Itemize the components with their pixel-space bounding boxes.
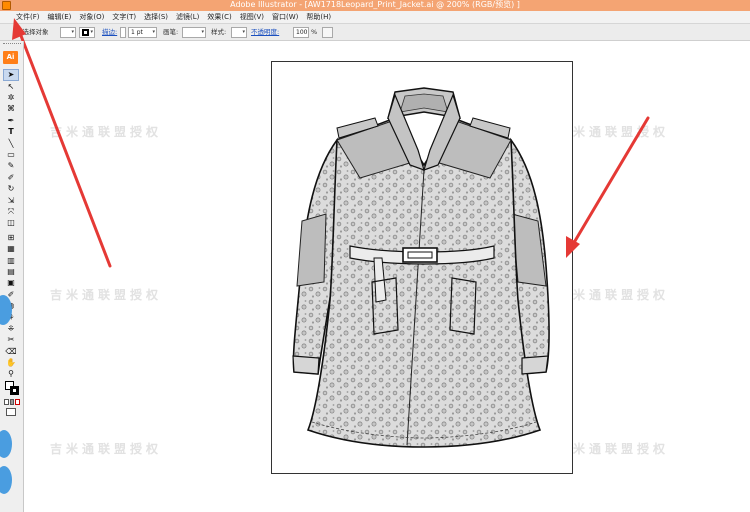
brush-label: 画笔: xyxy=(163,28,179,36)
ai-logo: Ai xyxy=(3,51,18,64)
style-label: 样式: xyxy=(211,28,227,36)
graphic-style-select[interactable]: ▾ xyxy=(231,27,247,38)
watermark-text: 吉米通联盟授权 xyxy=(50,442,163,456)
opacity-input[interactable]: 100 xyxy=(293,27,309,38)
type-tool-icon[interactable]: T xyxy=(4,127,18,137)
chevron-down-icon: ▾ xyxy=(201,29,204,35)
menu-effect[interactable]: 效果(C) xyxy=(203,11,235,24)
selection-status: 未选择对象 xyxy=(16,28,49,36)
menu-object[interactable]: 对象(O) xyxy=(75,11,108,24)
free-transform-tool-icon[interactable]: ◫ xyxy=(4,218,18,228)
menu-type[interactable]: 文字(T) xyxy=(108,11,140,24)
control-bar: 未选择对象 ▾ ▾ 描边: 1 pt ▾ 画笔: ▾ 样式: ▾ 不透明度: 1… xyxy=(0,24,750,41)
watermark-text: 吉米通联盟授权 xyxy=(557,442,670,456)
opacity-unit: % xyxy=(311,28,318,36)
fill-color-swatch[interactable]: ▾ xyxy=(60,27,76,38)
chevron-down-icon: ▾ xyxy=(71,29,74,35)
menu-filter[interactable]: 滤镜(L) xyxy=(172,11,203,24)
lasso-tool-icon[interactable]: ⌘ xyxy=(4,104,18,114)
watermark-text: 吉米通联盟授权 xyxy=(50,288,163,302)
screen-mode-button[interactable] xyxy=(6,408,16,416)
pen-tool-icon[interactable]: ✒ xyxy=(4,116,18,126)
title-bar: Adobe Illustrator - [AW1718Leopard_Print… xyxy=(0,0,750,11)
menu-view[interactable]: 视图(V) xyxy=(236,11,268,24)
mesh-tool-icon[interactable]: ▥ xyxy=(4,256,18,266)
color-mode-buttons[interactable] xyxy=(4,399,21,405)
scale-tool-icon[interactable]: ⇲ xyxy=(4,196,18,206)
stroke-weight-select[interactable]: 1 pt ▾ xyxy=(128,27,157,38)
watermark-text: 吉米通联盟授权 xyxy=(50,125,163,139)
chevron-down-icon: ▾ xyxy=(242,29,245,35)
direct-selection-tool-icon[interactable]: ↖ xyxy=(4,82,18,92)
magic-wand-tool-icon[interactable]: ✲ xyxy=(4,93,18,103)
gradient-tool-icon[interactable]: ▤ xyxy=(4,267,18,277)
slice-tool-icon[interactable]: ⁜ xyxy=(4,324,18,334)
menu-file[interactable]: 文件(F) xyxy=(14,11,44,24)
artboard[interactable] xyxy=(271,61,573,474)
menu-edit[interactable]: 编辑(E) xyxy=(44,11,76,24)
none-mode-icon[interactable] xyxy=(15,399,21,405)
panel-grip[interactable] xyxy=(3,43,21,47)
paintbrush-tool-icon[interactable]: ✎ xyxy=(4,161,18,171)
stroke-color-swatch[interactable]: ▾ xyxy=(79,27,95,38)
warp-tool-icon[interactable]: ⤧ xyxy=(4,207,18,217)
line-tool-icon[interactable]: ╲ xyxy=(4,139,18,149)
zoom-tool-icon[interactable]: ⚲ xyxy=(4,369,18,379)
chevron-down-icon: ▾ xyxy=(90,29,93,35)
watermark-text: 吉米通联盟授权 xyxy=(557,125,670,139)
chevron-down-icon: ▾ xyxy=(152,29,155,35)
scissors-tool-icon[interactable]: ✂ xyxy=(4,335,18,345)
opacity-link[interactable]: 不透明度: xyxy=(251,24,279,41)
menu-help[interactable]: 帮助(H) xyxy=(302,11,335,24)
stroke-swatch[interactable] xyxy=(10,386,19,395)
menu-window[interactable]: 窗口(W) xyxy=(268,11,302,24)
column-graph-tool-icon[interactable]: ▦ xyxy=(4,244,18,254)
eyedropper-tool-icon[interactable]: ▣ xyxy=(4,278,18,288)
watermark-text: 吉米通联盟授权 xyxy=(557,288,670,302)
pencil-tool-icon[interactable]: ✐ xyxy=(4,173,18,183)
brush-select[interactable]: ▾ xyxy=(182,27,206,38)
window-title: Adobe Illustrator - [AW1718Leopard_Print… xyxy=(230,0,520,9)
rotate-tool-icon[interactable]: ↻ xyxy=(4,184,18,194)
opacity-value: 100 xyxy=(296,29,308,36)
stroke-stepper[interactable] xyxy=(120,27,126,38)
gradient-mode-icon[interactable] xyxy=(9,399,15,405)
rectangle-tool-icon[interactable]: ▭ xyxy=(4,150,18,160)
stroke-link[interactable]: 描边: xyxy=(102,24,117,41)
stroke-weight-value: 1 pt xyxy=(131,29,143,36)
selection-tool-icon[interactable]: ➤ xyxy=(3,69,19,81)
red-arrow-left xyxy=(16,26,112,268)
stroke-swatch-icon xyxy=(82,29,89,36)
symbol-sprayer-tool-icon[interactable]: ⊞ xyxy=(4,233,18,243)
menu-select[interactable]: 选择(S) xyxy=(140,11,172,24)
menu-bar: 文件(F) 编辑(E) 对象(O) 文字(T) 选择(S) 滤镜(L) 效果(C… xyxy=(0,11,750,24)
illustrator-window: Adobe Illustrator - [AW1718Leopard_Print… xyxy=(0,0,750,512)
eraser-tool-icon[interactable]: ⌫ xyxy=(4,347,18,357)
hand-tool-icon[interactable]: ✋ xyxy=(4,358,18,368)
opacity-popup-button[interactable] xyxy=(322,27,333,38)
color-mode-icon[interactable] xyxy=(4,399,9,405)
